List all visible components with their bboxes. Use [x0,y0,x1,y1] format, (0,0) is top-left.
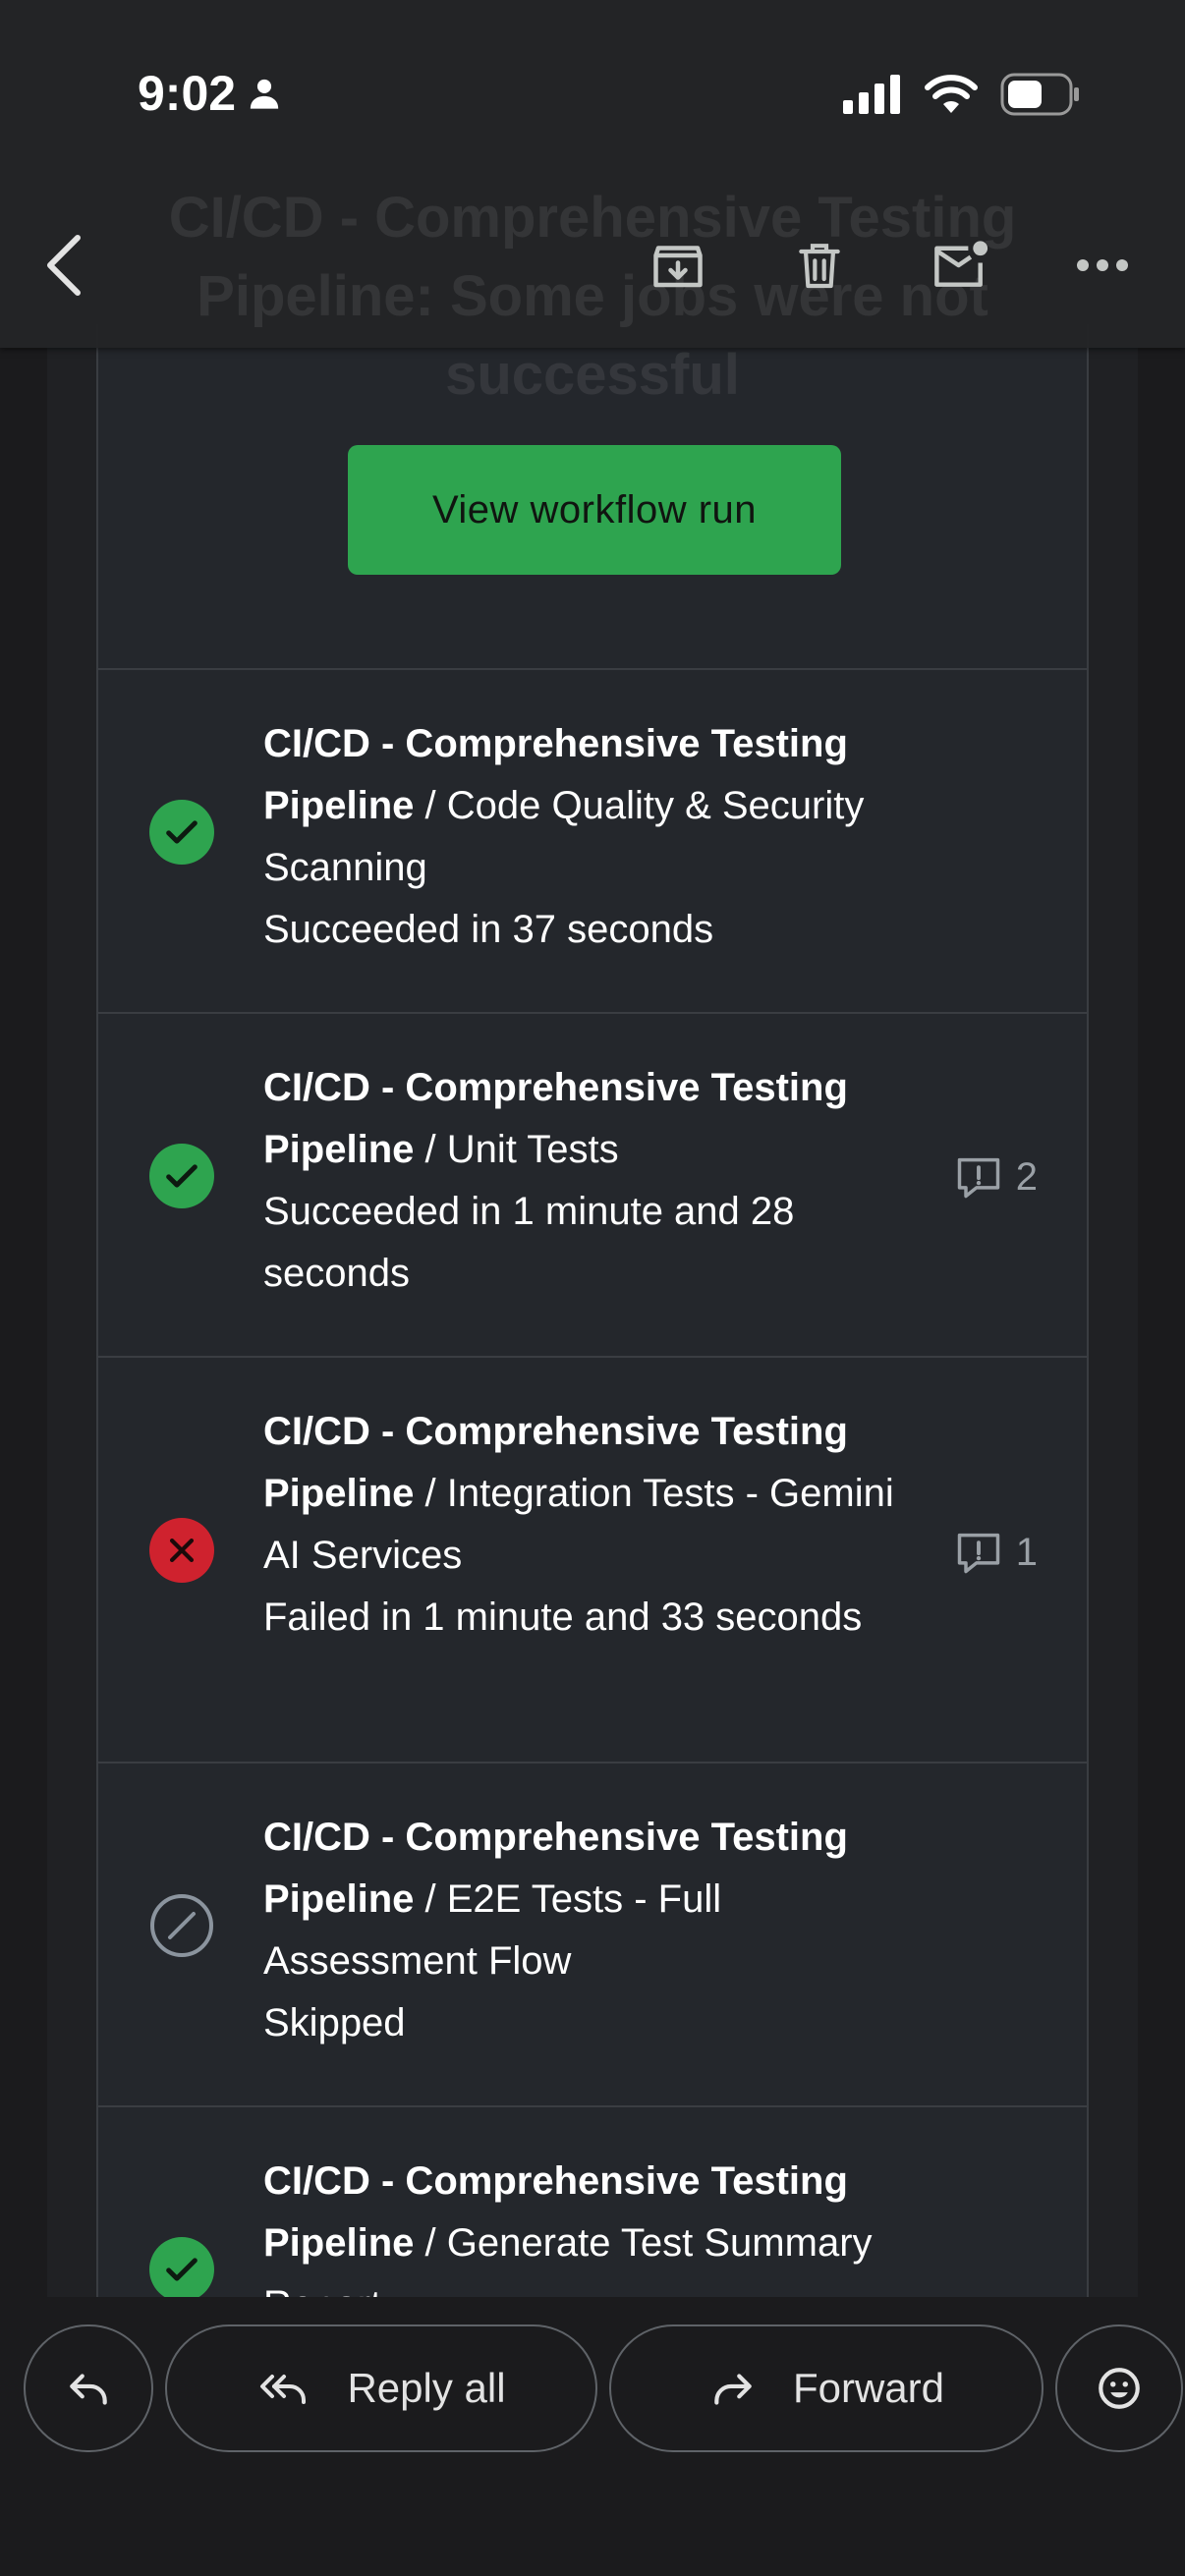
more-options-button[interactable] [1063,226,1142,305]
forward-icon [714,2374,752,2405]
back-button[interactable] [29,226,98,305]
battery-icon [1000,73,1079,116]
trash-icon [799,244,840,289]
skipped-icon [149,1893,214,1958]
success-check-icon [149,800,214,865]
reply-all-button[interactable]: Reply all [165,2324,597,2452]
archive-button[interactable] [639,226,717,305]
job-description[interactable]: CI/CD - Comprehensive Testing Pipeline /… [263,1401,931,1649]
wifi-icon [925,75,978,113]
notification-card: successful View workflow run CI/CD - Com… [96,324,1089,2299]
job-row: CI/CD - Comprehensive Testing Pipeline /… [98,670,1087,1014]
reply-button[interactable] [24,2324,153,2452]
reply-all-label: Reply all [347,2365,506,2411]
job-description[interactable]: CI/CD - Comprehensive Testing Pipeline /… [263,2151,931,2299]
reply-icon [70,2374,107,2405]
status-bar-icons [843,73,1081,116]
forward-button[interactable]: Forward [609,2324,1044,2452]
annotation-count-value: 1 [1015,1530,1038,1574]
job-description[interactable]: CI/CD - Comprehensive Testing Pipeline /… [263,1057,931,1305]
email-subject-behind: CI/CD - Comprehensive Testing Pipeline: … [168,186,1017,407]
cellular-signal-icon [843,75,900,114]
clock: 9:02 [138,66,237,121]
mail-unread-icon [934,241,988,287]
reply-all-icon [260,2375,307,2404]
archive-icon [653,246,703,288]
job-row: CI/CD - Comprehensive Testing Pipeline /… [98,2107,1087,2299]
job-row: CI/CD - Comprehensive Testing Pipeline /… [98,1764,1087,2107]
emoji-reaction-button[interactable] [1055,2324,1183,2452]
status-bar-time: 9:02 [138,65,281,122]
forward-label: Forward [792,2365,945,2411]
annotation-icon [957,1533,999,1574]
job-separator: / [414,2221,447,2265]
email-body[interactable]: successful View workflow run CI/CD - Com… [47,324,1138,2299]
job-result: Failed in 1 minute and 33 seconds [263,1596,863,1639]
job-separator: / [414,1877,447,1921]
bottom-action-bar: Reply all Forward [0,2297,1185,2576]
job-description[interactable]: CI/CD - Comprehensive Testing Pipeline /… [263,1807,931,2054]
job-description[interactable]: CI/CD - Comprehensive Testing Pipeline /… [263,713,931,961]
annotation-count[interactable]: 1 [953,1527,1038,1578]
emoji-icon [1099,2368,1140,2409]
annotation-count[interactable]: 2 [953,1151,1038,1203]
job-result: Succeeded in 37 seconds [263,908,714,951]
top-app-bar: CI/CD - Comprehensive Testing Pipeline: … [0,0,1185,407]
view-workflow-run-button[interactable]: View workflow run [348,445,841,575]
annotation-icon [957,1157,999,1199]
delete-button[interactable] [780,226,859,305]
mark-unread-button[interactable] [922,226,1000,305]
more-horizontal-icon [1077,259,1128,271]
person-icon [250,79,279,109]
job-result: Skipped [263,2001,406,2044]
success-check-icon [149,2237,214,2299]
annotation-count-value: 2 [1015,1154,1038,1199]
success-check-icon [149,1144,214,1208]
job-separator: / [414,784,447,827]
job-separator: / [414,1128,447,1171]
job-separator: / [414,1472,447,1515]
job-name: Unit Tests [446,1128,619,1171]
job-row: CI/CD - Comprehensive Testing Pipeline /… [98,1358,1087,1764]
job-row: CI/CD - Comprehensive Testing Pipeline /… [98,1014,1087,1358]
chevron-left-icon [47,235,81,296]
job-result: Succeeded in 1 minute and 28 seconds [263,1190,795,1295]
failure-x-icon [149,1518,214,1583]
